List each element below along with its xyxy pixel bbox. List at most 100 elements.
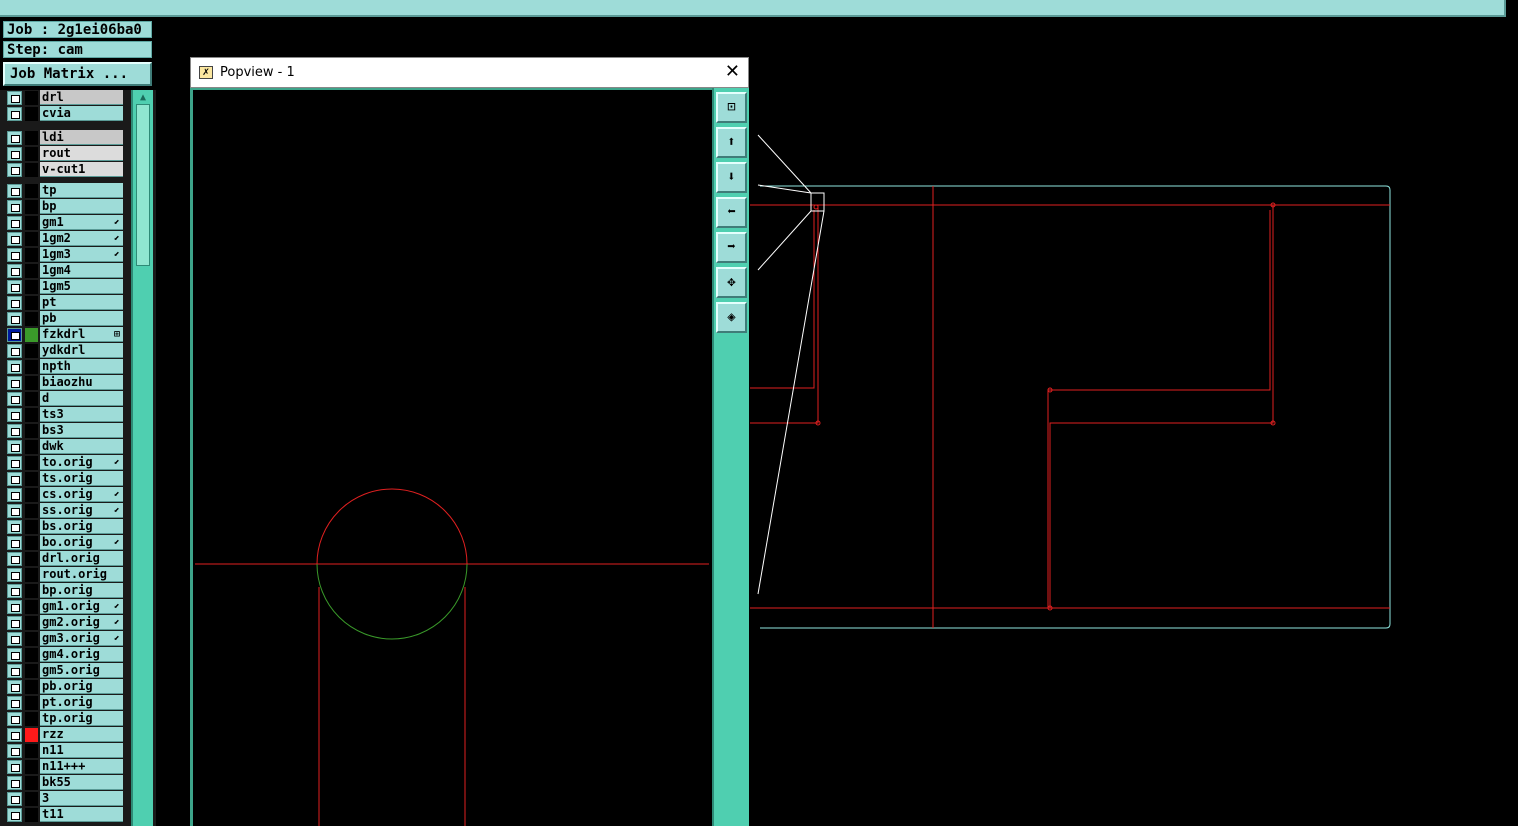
layer-row[interactable]: ts3	[0, 407, 125, 423]
layer-name[interactable]: rzz	[40, 727, 123, 742]
layer-checkbox[interactable]	[7, 504, 22, 518]
layer-color-swatch[interactable]	[25, 680, 38, 694]
layer-checkbox[interactable]	[7, 328, 22, 342]
popview-window[interactable]: ✗ Popview - 1 ✕ ⊡ ⬆ ⬇ ⬅ ➡ ✥ ◈	[190, 57, 749, 826]
layer-name[interactable]: gm1 ⬋	[40, 215, 123, 230]
layer-checkbox[interactable]	[7, 456, 22, 470]
layer-name[interactable]: v-cut1	[40, 162, 123, 177]
layer-row[interactable]: gm2.orig ⬋	[0, 615, 125, 631]
layer-name[interactable]: biaozhu	[40, 375, 123, 390]
layer-checkbox[interactable]	[7, 616, 22, 630]
layer-name[interactable]: ts.orig	[40, 471, 123, 486]
scroll-thumb[interactable]	[136, 104, 150, 266]
popview-canvas[interactable]	[190, 88, 712, 826]
layer-name[interactable]: bo.orig ⬋	[40, 535, 123, 550]
layer-checkbox[interactable]	[7, 264, 22, 278]
layer-row[interactable]: rzz	[0, 727, 125, 743]
layer-name[interactable]: n11+++	[40, 759, 123, 774]
layer-name[interactable]: 1gm3 ⬋	[40, 247, 123, 262]
layer-checkbox[interactable]	[7, 147, 22, 161]
layer-row[interactable]: pb	[0, 311, 125, 327]
layer-name[interactable]: d	[40, 391, 123, 406]
layer-name[interactable]: gm1.orig ⬋	[40, 599, 123, 614]
layer-row[interactable]: gm5.orig	[0, 663, 125, 679]
layer-color-swatch[interactable]	[25, 91, 38, 105]
layer-name[interactable]: cs.orig ⬋	[40, 487, 123, 502]
layer-row[interactable]: 1gm3 ⬋	[0, 247, 125, 263]
layer-color-swatch[interactable]	[25, 107, 38, 121]
layer-row[interactable]: 1gm2 ⬋	[0, 231, 125, 247]
layer-checkbox[interactable]	[7, 664, 22, 678]
layer-color-swatch[interactable]	[25, 232, 38, 246]
layer-row[interactable]: n11+++	[0, 759, 125, 775]
layer-checkbox[interactable]	[7, 360, 22, 374]
layer-name[interactable]: gm5.orig	[40, 663, 123, 678]
pan-down-icon[interactable]: ⬇	[716, 162, 747, 193]
layer-scrollbar[interactable]: ▲	[131, 90, 153, 826]
layer-checkbox[interactable]	[7, 600, 22, 614]
layer-row[interactable]: bs.orig	[0, 519, 125, 535]
layer-row[interactable]: rout.orig	[0, 567, 125, 583]
layer-color-swatch[interactable]	[25, 616, 38, 630]
layer-color-swatch[interactable]	[25, 131, 38, 145]
layer-checkbox[interactable]	[7, 552, 22, 566]
layer-checkbox[interactable]	[7, 131, 22, 145]
layer-checkbox[interactable]	[7, 520, 22, 534]
layer-checkbox[interactable]	[7, 392, 22, 406]
layer-color-swatch[interactable]	[25, 792, 38, 806]
layer-checkbox[interactable]	[7, 163, 22, 177]
layer-name[interactable]: bk55	[40, 775, 123, 790]
layer-name[interactable]: npth	[40, 359, 123, 374]
layer-name[interactable]: pt	[40, 295, 123, 310]
layer-checkbox[interactable]	[7, 248, 22, 262]
layer-name[interactable]: pt.orig	[40, 695, 123, 710]
layer-color-swatch[interactable]	[25, 248, 38, 262]
layer-name[interactable]: n11	[40, 743, 123, 758]
layer-color-swatch[interactable]	[25, 344, 38, 358]
layer-color-swatch[interactable]	[25, 712, 38, 726]
layer-row[interactable]: drl.orig	[0, 551, 125, 567]
layer-checkbox[interactable]	[7, 488, 22, 502]
layer-color-swatch[interactable]	[25, 408, 38, 422]
layer-row[interactable]: dwk	[0, 439, 125, 455]
layer-checkbox[interactable]	[7, 184, 22, 198]
layer-row[interactable]: 3	[0, 791, 125, 807]
layer-color-swatch[interactable]	[25, 488, 38, 502]
layer-checkbox[interactable]	[7, 760, 22, 774]
layer-row[interactable]: bo.orig ⬋	[0, 535, 125, 551]
layer-color-swatch[interactable]	[25, 296, 38, 310]
layer-name[interactable]: tp	[40, 183, 123, 198]
layer-name[interactable]: dwk	[40, 439, 123, 454]
layer-name[interactable]: t11	[40, 807, 123, 822]
layer-name[interactable]: ss.orig ⬋	[40, 503, 123, 518]
layer-name[interactable]: bp.orig	[40, 583, 123, 598]
pan-left-icon[interactable]: ⬅	[716, 197, 747, 228]
layer-row[interactable]: cvia	[0, 106, 125, 122]
layer-checkbox[interactable]	[7, 344, 22, 358]
layer-color-swatch[interactable]	[25, 552, 38, 566]
layer-row[interactable]: v-cut1	[0, 162, 125, 178]
layer-checkbox[interactable]	[7, 232, 22, 246]
layer-checkbox[interactable]	[7, 648, 22, 662]
layer-row[interactable]: pt	[0, 295, 125, 311]
layer-row[interactable]: fzkdrl ⊞	[0, 327, 125, 343]
layer-checkbox[interactable]	[7, 296, 22, 310]
layer-checkbox[interactable]	[7, 472, 22, 486]
layer-checkbox[interactable]	[7, 440, 22, 454]
pan-right-icon[interactable]: ➡	[716, 232, 747, 263]
layer-name[interactable]: bp	[40, 199, 123, 214]
layer-color-swatch[interactable]	[25, 264, 38, 278]
layer-color-swatch[interactable]	[25, 536, 38, 550]
layer-checkbox[interactable]	[7, 728, 22, 742]
layer-color-swatch[interactable]	[25, 696, 38, 710]
layer-color-swatch[interactable]	[25, 376, 38, 390]
layer-row[interactable]: d	[0, 391, 125, 407]
layer-checkbox[interactable]	[7, 776, 22, 790]
job-matrix-button[interactable]: Job Matrix ...	[3, 62, 152, 86]
layer-color-swatch[interactable]	[25, 328, 38, 342]
layer-color-swatch[interactable]	[25, 424, 38, 438]
layer-color-swatch[interactable]	[25, 456, 38, 470]
layer-color-swatch[interactable]	[25, 504, 38, 518]
layer-row[interactable]: rout	[0, 146, 125, 162]
layer-checkbox[interactable]	[7, 808, 22, 822]
